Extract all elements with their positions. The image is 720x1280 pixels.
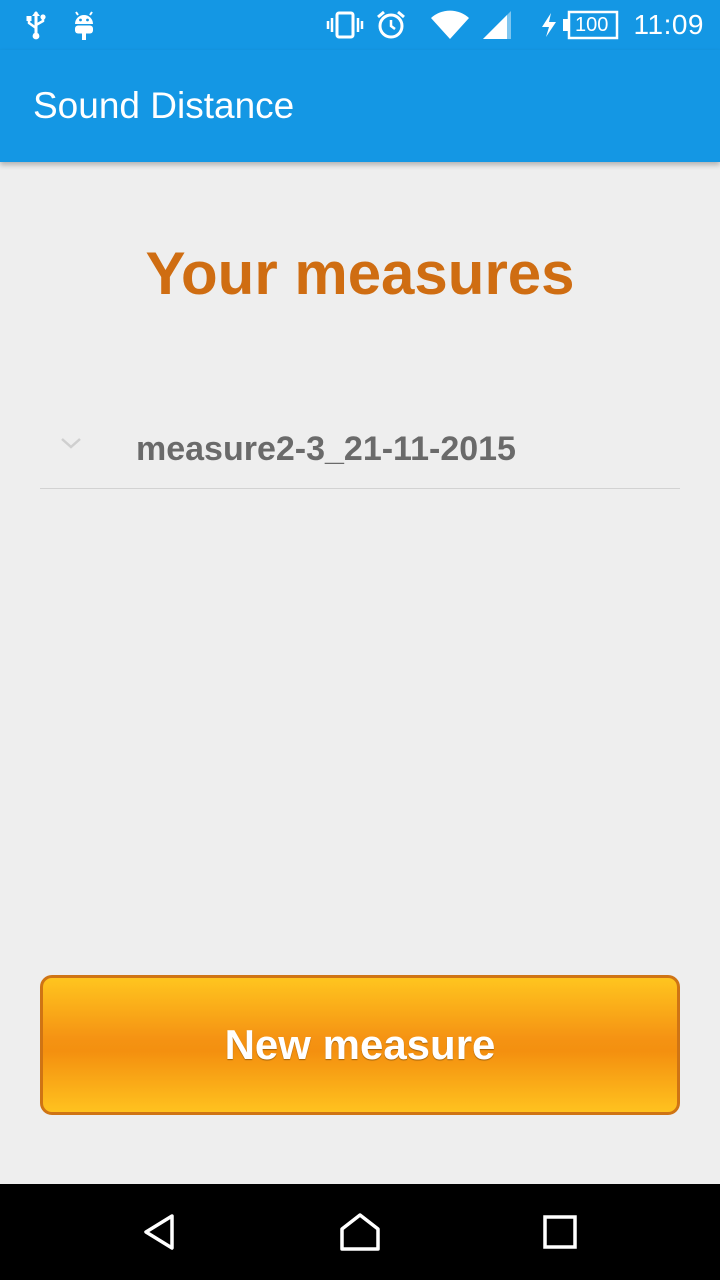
android-debug-icon xyxy=(70,0,98,50)
status-time: 11:09 xyxy=(633,9,704,40)
app-bar: Sound Distance xyxy=(0,50,720,162)
alarm-icon xyxy=(374,0,408,50)
new-measure-button[interactable]: New measure xyxy=(40,975,680,1115)
usb-icon xyxy=(22,0,50,50)
app-title: Sound Distance xyxy=(33,85,295,126)
back-icon[interactable] xyxy=(112,1184,208,1280)
wifi-icon xyxy=(428,0,472,50)
page-title: Your measures xyxy=(145,240,575,307)
new-measure-button-label: New measure xyxy=(224,1021,496,1068)
recents-icon[interactable] xyxy=(512,1184,608,1280)
vibrate-icon xyxy=(326,0,364,50)
list-item[interactable]: measure2-3_21-11-2015 xyxy=(40,410,680,489)
measure-name: measure2-3_21-11-2015 xyxy=(136,429,516,468)
chevron-down-icon[interactable] xyxy=(60,436,82,450)
battery-level: 100 xyxy=(575,13,609,36)
nav-bar xyxy=(0,1184,720,1280)
charging-icon xyxy=(538,0,560,50)
cell-signal-icon xyxy=(480,0,514,50)
home-icon[interactable] xyxy=(312,1184,408,1280)
battery-icon: 100 xyxy=(562,0,620,50)
status-bar: 100 11:09 xyxy=(0,0,720,50)
